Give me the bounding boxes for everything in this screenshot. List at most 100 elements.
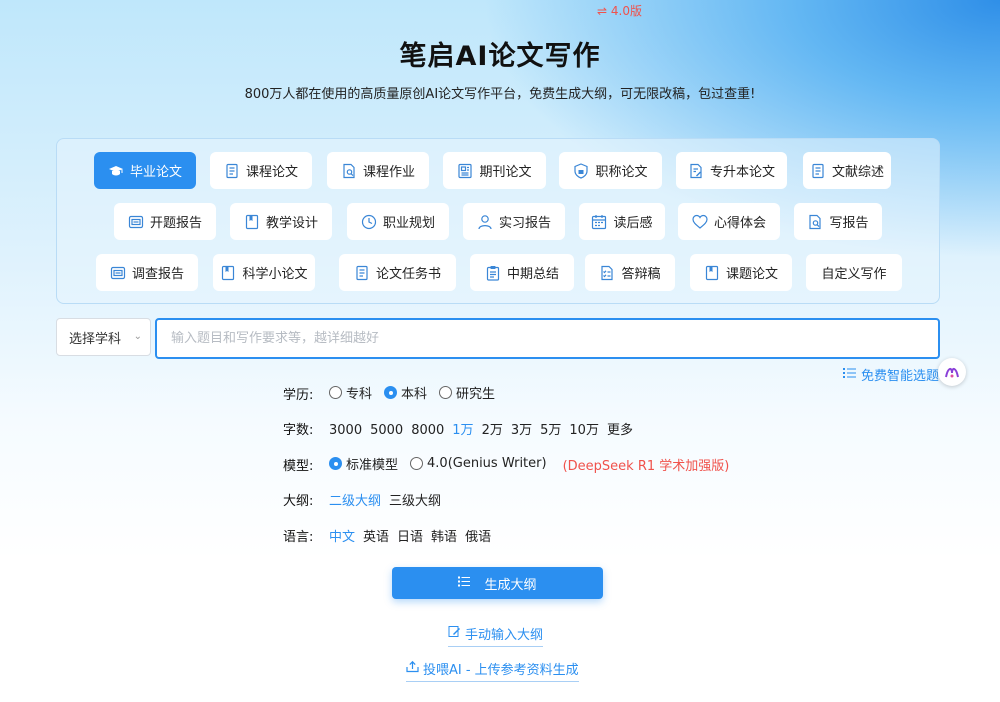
subject-select-label: 选择学科 — [69, 331, 122, 347]
education-choice-label: 专科 — [346, 387, 373, 402]
clock-icon — [361, 214, 377, 230]
paper-type-label: 课程论文 — [245, 165, 298, 180]
paper-type-15[interactable]: 调查报告 — [96, 254, 198, 291]
word_count-option-2[interactable]: 5000 — [370, 423, 403, 438]
journal-icon — [457, 163, 473, 179]
model-radio-2[interactable]: 4.0(Genius Writer) — [410, 456, 547, 471]
paper-type-label: 课程作业 — [362, 165, 415, 180]
chevron-down-icon: ⌄ — [133, 331, 142, 342]
model-label: 模型: — [283, 458, 314, 474]
word_count-option-6[interactable]: 3万 — [511, 423, 532, 438]
version-badge[interactable]: ⇌ 4.0版 — [597, 2, 642, 19]
report-icon — [128, 214, 144, 230]
edit-icon — [448, 625, 461, 642]
outline-row: 大纲: 二级大纲 三级大纲 — [283, 490, 449, 509]
ai-assistant-icon[interactable] — [938, 358, 966, 386]
model-choices: 标准模型 4.0(Genius Writer) — [329, 454, 559, 474]
radio-circle-icon — [439, 386, 453, 399]
list-icon — [458, 576, 471, 591]
paper-type-5[interactable]: 职称论文 — [559, 152, 662, 189]
paper-type-label: 职业规划 — [382, 216, 435, 231]
language-option-2[interactable]: 英语 — [363, 530, 389, 545]
paper-type-18[interactable]: 中期总结 — [470, 254, 574, 291]
page-subtitle: 800万人都在使用的高质量原创AI论文写作平台，免费生成大纲，可无限改稿，包过查… — [244, 87, 756, 102]
shield-badge-icon — [573, 162, 589, 179]
paper-type-label: 课题论文 — [725, 267, 778, 282]
radio-circle-icon — [329, 386, 342, 399]
topic-input[interactable] — [155, 318, 940, 359]
outline-choices: 二级大纲 三级大纲 — [329, 490, 449, 509]
paper-type-label: 论文任务书 — [375, 267, 441, 282]
paper-type-8[interactable]: 开题报告 — [114, 203, 216, 240]
paper-type-label: 答辩稿 — [621, 267, 661, 282]
word_count-option-5[interactable]: 2万 — [482, 423, 503, 438]
language-option-1[interactable]: 中文 — [329, 530, 355, 545]
language-option-5[interactable]: 俄语 — [465, 530, 491, 545]
word_count-option-1[interactable]: 3000 — [329, 423, 362, 438]
paper-type-label: 心得体会 — [713, 216, 766, 231]
paper-type-1[interactable]: 毕业论文 — [94, 152, 196, 189]
word_count-option-8[interactable]: 10万 — [569, 423, 599, 438]
graduation-cap-icon — [108, 163, 124, 179]
book-icon — [244, 214, 260, 230]
word-count-choices: 3000 5000 8000 1万 2万 3万 5万 10万 更多 — [329, 419, 641, 438]
paper-type-7[interactable]: 文献综述 — [803, 152, 891, 189]
paper-type-6[interactable]: 专升本论文 — [676, 152, 787, 189]
paper-type-3[interactable]: 课程作业 — [327, 152, 429, 189]
upload-reference-link[interactable]: 投喂AI - 上传参考资料生成 — [406, 659, 579, 682]
paper-type-label: 调查报告 — [131, 267, 184, 282]
paper-type-9[interactable]: 教学设计 — [230, 203, 332, 240]
paper-type-2[interactable]: 课程论文 — [210, 152, 312, 189]
paper-type-4[interactable]: 期刊论文 — [443, 152, 546, 189]
language-option-3[interactable]: 日语 — [397, 530, 423, 545]
education-choice-label: 本科 — [401, 387, 428, 402]
education-row: 学历: 专科 本科 研究生 — [283, 383, 507, 403]
subject-select[interactable]: 选择学科 ⌄ — [56, 318, 151, 356]
paper-type-17[interactable]: 论文任务书 — [339, 254, 456, 291]
education-radio-2[interactable]: 本科 — [384, 383, 427, 402]
outline-option-1[interactable]: 二级大纲 — [329, 494, 381, 509]
language-choices: 中文 英语 日语 韩语 俄语 — [329, 526, 499, 545]
model-row: 模型: 标准模型 4.0(Genius Writer) (DeepSeek R1 … — [283, 454, 729, 474]
word_count-option-4[interactable]: 1万 — [452, 423, 473, 438]
paper-type-label: 毕业论文 — [129, 165, 182, 180]
word_count-option-9[interactable]: 更多 — [607, 423, 633, 438]
paper-type-20[interactable]: 课题论文 — [690, 254, 792, 291]
education-choices: 专科 本科 研究生 — [329, 383, 507, 403]
word_count-option-7[interactable]: 5万 — [540, 423, 561, 438]
outline-option-2[interactable]: 三级大纲 — [389, 494, 441, 509]
education-label: 学历: — [283, 387, 314, 403]
manual-outline-link[interactable]: 手动输入大纲 — [448, 624, 544, 647]
paper-type-label: 科学小论文 — [242, 267, 308, 282]
paper-type-11[interactable]: 实习报告 — [463, 203, 565, 240]
model-radio-1[interactable]: 标准模型 — [329, 454, 398, 473]
model-note: (DeepSeek R1 学术加强版) — [562, 458, 730, 474]
clipboard-icon — [485, 265, 501, 281]
document-icon — [810, 163, 826, 179]
upload-reference-label: 投喂AI - 上传参考资料生成 — [423, 663, 579, 678]
language-option-4[interactable]: 韩语 — [431, 530, 457, 545]
paper-type-19[interactable]: 答辩稿 — [585, 254, 675, 291]
outline-label: 大纲: — [283, 494, 314, 509]
model-choice-label: 标准模型 — [346, 458, 399, 473]
word_count-option-3[interactable]: 8000 — [411, 423, 444, 438]
paper-type-13[interactable]: 心得体会 — [678, 203, 780, 240]
language-row: 语言: 中文 英语 日语 韩语 俄语 — [283, 526, 499, 545]
paper-type-10[interactable]: 职业规划 — [347, 203, 449, 240]
paper-type-12[interactable]: 读后感 — [579, 203, 665, 240]
document-icon — [354, 265, 370, 281]
paper-type-label: 专升本论文 — [709, 165, 775, 180]
language-label: 语言: — [283, 530, 314, 545]
education-radio-1[interactable]: 专科 — [329, 383, 372, 402]
document-edit-icon — [688, 163, 704, 179]
education-radio-3[interactable]: 研究生 — [439, 383, 495, 402]
paper-type-16[interactable]: 科学小论文 — [213, 254, 315, 291]
education-choice-label: 研究生 — [456, 387, 496, 402]
page-title: 笔启AI论文写作 — [399, 41, 601, 72]
smart-topic-button[interactable]: 免费智能选题 — [843, 365, 939, 384]
generate-outline-button[interactable]: 生成大纲 — [392, 567, 603, 599]
word-count-label: 字数: — [283, 423, 314, 438]
radio-circle-icon — [329, 457, 342, 470]
paper-type-14[interactable]: 写报告 — [794, 203, 882, 240]
paper-type-21[interactable]: 自定义写作 — [806, 254, 902, 291]
